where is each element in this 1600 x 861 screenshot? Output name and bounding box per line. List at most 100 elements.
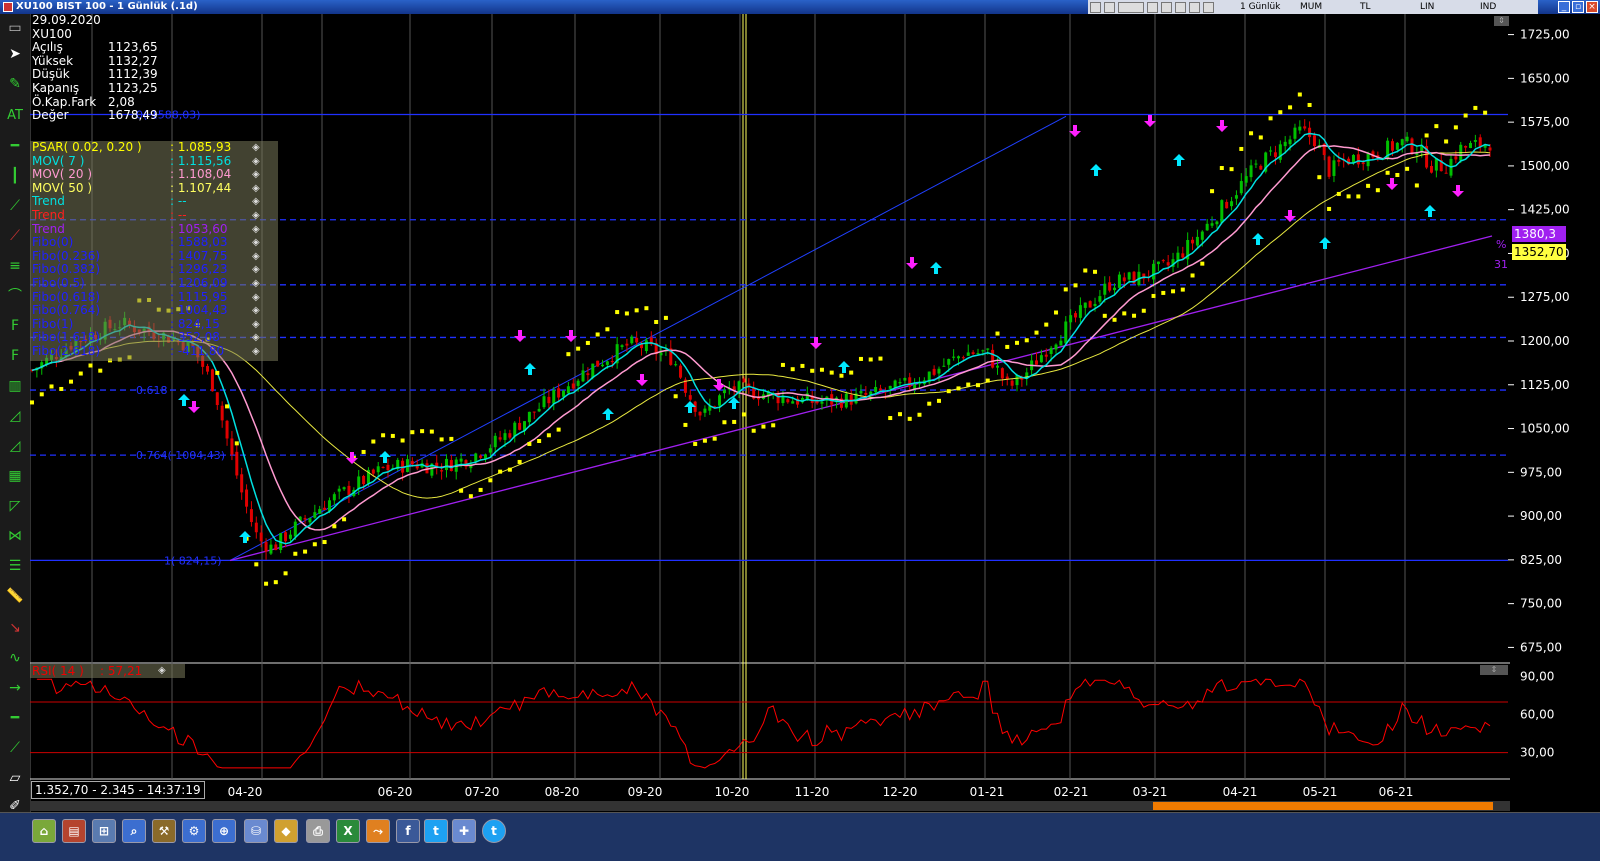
price-chart[interactable]: 0( 1588,03)0.764( 1004,43)0.6181( 824,15… — [0, 0, 1600, 860]
indicator-settings-icon[interactable]: ◈ — [252, 155, 260, 169]
indicator-value: : 1.107,44 — [170, 180, 232, 195]
indicator-settings-icon[interactable]: ◈ — [252, 195, 260, 209]
indicator-row[interactable]: Trend: 1053,60 ◈ — [30, 222, 278, 237]
indicator-settings-icon[interactable]: ◈ — [252, 236, 260, 250]
indicator-row[interactable]: Fibo(1): 824,15 ◈ — [30, 317, 278, 332]
candle-body — [225, 420, 229, 439]
psar-dot — [1288, 105, 1293, 110]
psar-dot — [829, 370, 834, 375]
axis-scale-tab[interactable]: ⇕ — [1494, 16, 1509, 26]
x-axis-label: 09-20 — [628, 785, 663, 799]
sell-signal-arrow — [514, 330, 526, 342]
buy-signal-arrow — [1252, 233, 1264, 245]
candle-body — [698, 411, 702, 416]
psar-dot — [498, 469, 503, 474]
psar-dot — [225, 404, 230, 409]
candle-body — [820, 401, 824, 404]
indicator-row[interactable]: Fibo(0.236): 1407,75 ◈ — [30, 249, 278, 264]
psar-dot — [1297, 92, 1302, 97]
candle-body — [1429, 165, 1433, 173]
sell-signal-arrow — [346, 452, 358, 464]
psar-dot — [917, 412, 922, 417]
candle-body — [1230, 201, 1234, 207]
twitter-icon[interactable]: t — [424, 819, 448, 843]
psar-dot — [702, 438, 707, 443]
indicator-settings-icon[interactable]: ◈ — [252, 250, 260, 264]
indicator-settings-icon[interactable]: ◈ — [252, 277, 260, 291]
rsi-axis-tab[interactable]: ⇕ — [1480, 665, 1508, 675]
psar-dot — [761, 424, 766, 429]
database-icon[interactable]: ⛁ — [244, 819, 268, 843]
candle-body — [942, 365, 946, 367]
book-icon[interactable]: ▤ — [62, 819, 86, 843]
candle-body — [449, 460, 453, 472]
indicator-row[interactable]: Fibo(1.618): 352,08 ◈ — [30, 331, 278, 345]
indicator-row[interactable]: MOV( 50 ): 1.107,44 ◈ — [30, 180, 278, 196]
candle-body — [284, 532, 288, 542]
home-icon[interactable]: ⌂ — [32, 819, 56, 843]
psar-dot — [1366, 183, 1371, 188]
indicator-settings-icon[interactable]: ◈ — [252, 223, 260, 237]
scroll-thumb[interactable] — [1153, 802, 1493, 810]
indicator-settings-icon[interactable]: ◈ — [252, 182, 260, 196]
share-icon[interactable]: ⤳ — [366, 819, 390, 843]
puzzle-icon[interactable]: ✚ — [452, 819, 476, 843]
indicator-row[interactable]: Trend: -- ◈ — [30, 195, 278, 209]
chart-settings-icon[interactable]: ⚙ — [182, 819, 206, 843]
indicator-settings-icon[interactable]: ◈ — [252, 168, 260, 182]
indicator-row[interactable]: Fibo(0): 1588,03 ◈ — [30, 236, 278, 250]
rsi-settings-icon[interactable]: ◈ — [158, 664, 166, 678]
indicator-value: : 1296,23 — [170, 262, 228, 277]
candle-body — [971, 352, 975, 355]
twitter-round-icon[interactable]: t — [482, 819, 506, 843]
excel-icon[interactable]: X — [336, 819, 360, 843]
fibo-level-label: 1( 824,15) — [164, 554, 222, 567]
facebook-icon[interactable]: f — [396, 819, 420, 843]
psar-dot — [849, 370, 854, 375]
buy-signal-arrow — [838, 361, 850, 373]
indicator-row[interactable]: MOV( 7 ): 1.115,56 ◈ — [30, 154, 278, 169]
psar-dot — [644, 306, 649, 311]
print-icon[interactable]: ⎙ — [306, 819, 330, 843]
indicator-row[interactable]: Fibo(0.764): 1004,43 ◈ — [30, 304, 278, 318]
psar-dot — [839, 373, 844, 378]
indicator-settings-icon[interactable]: ◈ — [252, 141, 260, 155]
time-scrollbar[interactable] — [30, 801, 1510, 811]
indicator-row[interactable]: Fibo(0.5): 1206,09 ◈ — [30, 276, 278, 291]
network-icon[interactable]: ⊞ — [92, 819, 116, 843]
indicator-settings-icon[interactable]: ◈ — [252, 304, 260, 318]
candle-body — [635, 337, 639, 343]
candle-body — [1337, 159, 1341, 162]
y-axis-label: 1050,00 — [1520, 422, 1570, 436]
indicator-settings-icon[interactable]: ◈ — [252, 291, 260, 305]
candle-body — [566, 386, 570, 394]
indicator-row[interactable]: Fibo(0.382): 1296,23 ◈ — [30, 263, 278, 277]
tools-icon[interactable]: ⚒ — [152, 819, 176, 843]
psar-dot — [429, 429, 434, 434]
indicator-settings-icon[interactable]: ◈ — [252, 209, 260, 223]
indicator-row[interactable]: PSAR( 0.02, 0.20 ): 1.085,93 ◈ — [30, 140, 278, 155]
indicator-row[interactable]: MOV( 20 ): 1.108,04 ◈ — [30, 168, 278, 182]
candle-body — [1356, 154, 1360, 165]
zoom-icon[interactable]: ⊕ — [212, 819, 236, 843]
indicator-settings-icon[interactable]: ◈ — [252, 318, 260, 332]
indicator-row[interactable]: Fibo(0.618): 1115,95 ◈ — [30, 290, 278, 305]
indicator-settings-icon[interactable]: ◈ — [252, 345, 260, 359]
search-icon[interactable]: ⌕ — [122, 819, 146, 843]
diamond-icon[interactable]: ◆ — [274, 819, 298, 843]
info-label: Düşük — [32, 67, 70, 82]
candle-body — [1410, 138, 1414, 154]
indicator-row[interactable]: Fibo(2.618): -411,80 ◈ — [30, 344, 278, 359]
psar-dot — [800, 363, 805, 368]
indicator-row[interactable]: Trend: -- ◈ — [30, 208, 278, 223]
indicator-settings-icon[interactable]: ◈ — [252, 331, 260, 345]
psar-dot — [78, 371, 83, 376]
x-axis-label: 01-21 — [970, 785, 1005, 799]
indicator-settings-icon[interactable]: ◈ — [252, 263, 260, 277]
psar-dot — [927, 401, 932, 406]
info-value: 1123,65 — [108, 40, 158, 55]
candle-body — [1191, 239, 1195, 244]
y-axis-label: 1425,00 — [1520, 203, 1570, 217]
candle-body — [206, 366, 210, 372]
candle-body — [1156, 261, 1160, 265]
